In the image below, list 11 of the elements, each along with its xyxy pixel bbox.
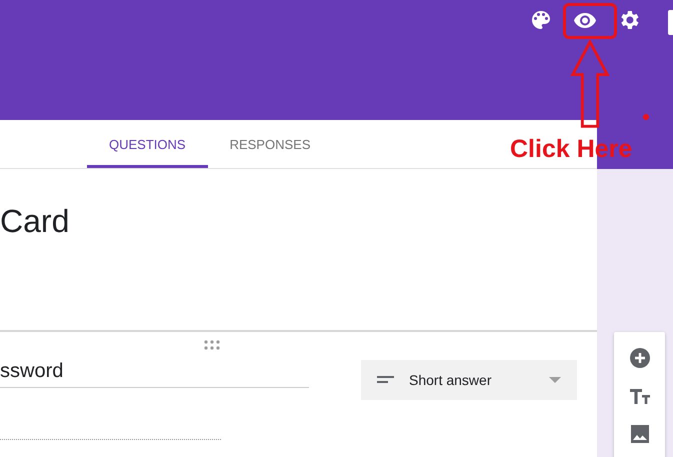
short-text-icon: [377, 375, 395, 385]
question-type-dropdown[interactable]: Short answer: [361, 360, 577, 400]
drag-handle-icon[interactable]: [204, 340, 220, 350]
caret-icon: [549, 377, 561, 383]
add-circle-icon[interactable]: [628, 346, 652, 370]
tab[interactable]: QUESTIONS: [87, 120, 208, 168]
highlight-frame: [563, 3, 617, 39]
form-title: Card: [0, 203, 70, 240]
tab[interactable]: RESPONSES: [208, 120, 332, 168]
question-title-field[interactable]: ssword: [0, 360, 309, 388]
panel-edge: [668, 10, 673, 35]
